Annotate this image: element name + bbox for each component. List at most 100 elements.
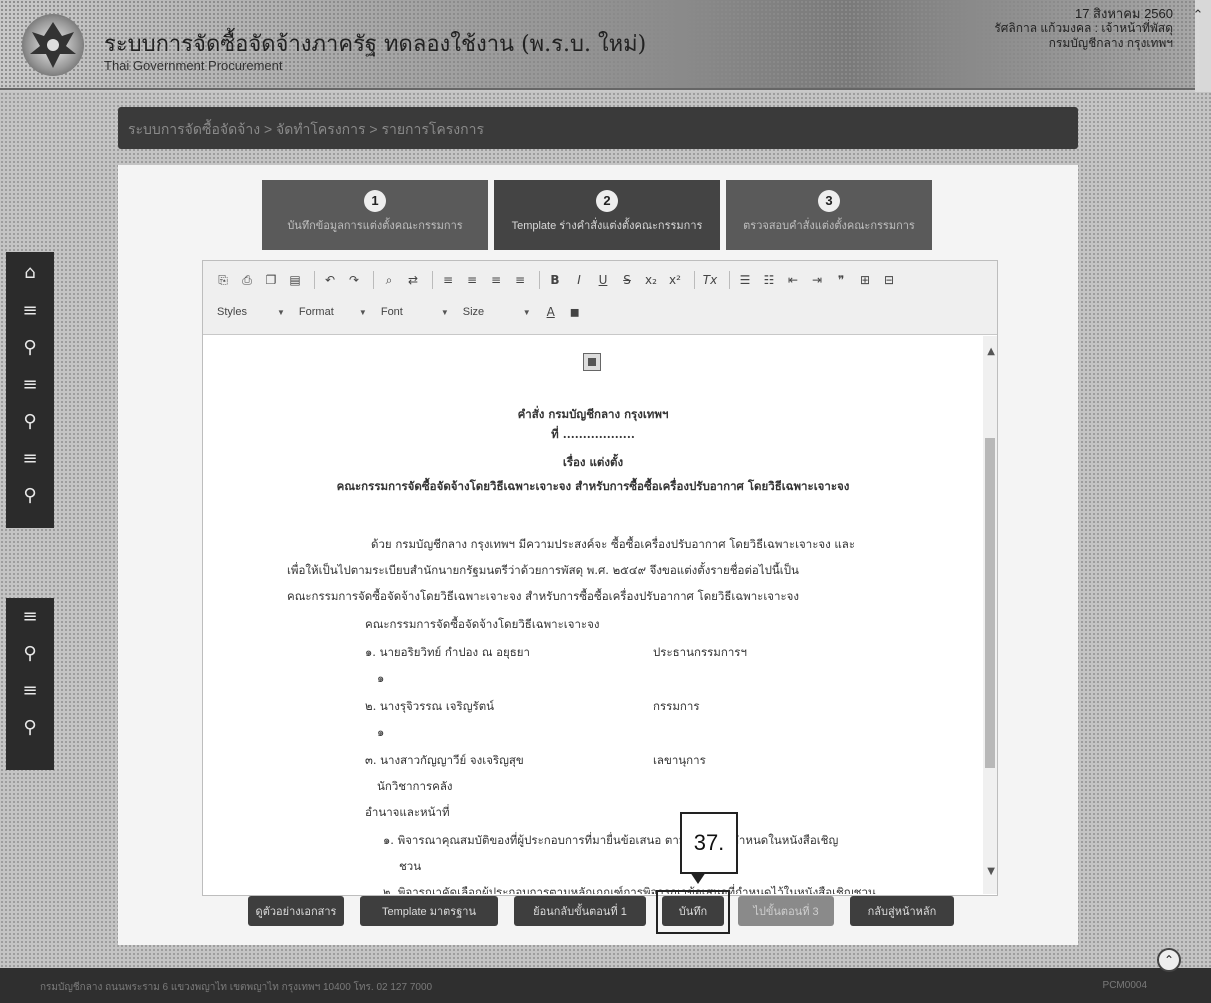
- menu-icon[interactable]: ≡: [6, 366, 54, 403]
- paste-icon[interactable]: ▤: [285, 270, 305, 290]
- home-icon[interactable]: ⌂: [6, 252, 54, 292]
- align-right-icon[interactable]: ≡: [486, 270, 506, 290]
- page-footer: กรมบัญชีกลาง ถนนพระราม 6 แขวงพญาไท เขตพญ…: [0, 968, 1211, 1003]
- strike-icon[interactable]: S: [617, 270, 637, 290]
- user-info: 17 สิงหาคม 2560 รัศลิกาล แก้วมงคล : เจ้า…: [994, 6, 1173, 51]
- numbered-list-icon[interactable]: ☰: [735, 270, 755, 290]
- current-date: 17 สิงหาคม 2560: [1074, 6, 1173, 21]
- scroll-to-top-icon[interactable]: ⌃: [1157, 948, 1181, 972]
- home-button[interactable]: กลับสู่หน้าหลัก: [850, 896, 954, 926]
- source-icon[interactable]: ⎘: [213, 270, 233, 290]
- app-header: ระบบการจัดซื้อจัดจ้างภาครัฐ ทดลองใช้งาน …: [0, 0, 1211, 90]
- print-icon[interactable]: ⎙: [237, 270, 257, 290]
- duty-item: ๑. พิจารณาคุณสมบัติของที่ผู้ประกอบการที่…: [383, 833, 839, 847]
- scroll-down-icon[interactable]: ▼: [987, 866, 995, 877]
- underline-icon[interactable]: U: [593, 270, 613, 290]
- scroll-up-icon[interactable]: ▲: [987, 346, 995, 357]
- search-icon[interactable]: ⚲: [6, 635, 54, 672]
- duty-item-cont: ชวน: [399, 859, 422, 873]
- menu-icon[interactable]: ≡: [6, 672, 54, 709]
- member-sub: นักวิชาการคลัง: [377, 779, 453, 793]
- chevron-down-icon: ▼: [277, 307, 285, 317]
- member-sub: ๑: [377, 725, 385, 739]
- doc-paragraph-line: เพื่อให้เป็นไปตามระเบียบสำนักนายกรัฐมนตร…: [287, 563, 799, 577]
- doc-paragraph-line: ด้วย กรมบัญชีกลาง กรุงเทพฯ มีความประสงค์…: [371, 537, 856, 551]
- styles-dropdown[interactable]: Styles ▼: [213, 304, 289, 320]
- bold-icon[interactable]: B: [545, 270, 565, 290]
- align-justify-icon[interactable]: ≡: [510, 270, 530, 290]
- subscript-icon[interactable]: x₂: [641, 270, 661, 290]
- undo-icon[interactable]: ↶: [320, 270, 340, 290]
- search-icon[interactable]: ⚲: [6, 329, 54, 366]
- superscript-icon[interactable]: x²: [665, 270, 685, 290]
- member-name: ๑. นายอริยวิทย์ กำปอง ณ อยุธยา: [365, 645, 531, 659]
- doc-title-line4: คณะกรรมการจัดซื้อจัดจ้างโดยวิธีเฉพาะเจาะ…: [336, 479, 850, 493]
- member-role: กรรมการ: [653, 699, 700, 713]
- blockquote-icon[interactable]: ❞: [831, 270, 851, 290]
- indent-icon[interactable]: ⇥: [807, 270, 827, 290]
- doc-title-line1: คำสั่ง กรมบัญชีกลาง กรุงเทพฯ: [517, 407, 669, 421]
- format-dropdown[interactable]: Format ▼: [295, 304, 371, 320]
- back-step1-button[interactable]: ย้อนกลับขั้นตอนที่ 1: [514, 896, 646, 926]
- search-icon[interactable]: ⚲: [6, 403, 54, 440]
- chevron-down-icon: ▼: [358, 307, 367, 317]
- remove-format-icon[interactable]: Tx: [700, 270, 720, 290]
- outdent-icon[interactable]: ⇤: [783, 270, 803, 290]
- duties-heading: อำนาจและหน้าที่: [365, 805, 450, 819]
- member-role: ประธานกรรมการฯ: [653, 645, 747, 659]
- next-step3-button[interactable]: ไปขั้นตอนที่ 3: [738, 896, 834, 926]
- chevron-down-icon: ▼: [522, 307, 531, 317]
- garuda-logo-icon: [22, 14, 84, 76]
- redo-icon[interactable]: ↷: [344, 270, 364, 290]
- member-name: ๓. นางสาวกัญญาวีย์ จงเจริญสุข: [365, 753, 524, 767]
- member-name: ๒. นางรุจิวรรณ เจริญรัตน์: [365, 699, 495, 713]
- menu-icon[interactable]: ≡: [6, 440, 54, 477]
- hr-icon[interactable]: ⊟: [879, 270, 899, 290]
- find-icon[interactable]: ⌕: [379, 270, 399, 290]
- breadcrumb-bar: ระบบการจัดซื้อจัดจ้าง > จัดทำโครงการ > ร…: [118, 107, 1078, 149]
- step-number: 1: [364, 190, 386, 212]
- editor-scroll-thumb[interactable]: [985, 438, 995, 768]
- copy-icon[interactable]: ❐: [261, 270, 281, 290]
- menu-icon[interactable]: ≡: [6, 598, 54, 635]
- search-icon[interactable]: ⚲: [6, 709, 54, 746]
- align-left-icon[interactable]: ≡: [438, 270, 458, 290]
- save-highlight-box: [656, 890, 730, 934]
- replace-icon[interactable]: ⇄: [403, 270, 423, 290]
- breadcrumb[interactable]: ระบบการจัดซื้อจัดจ้าง > จัดทำโครงการ > ร…: [128, 119, 484, 141]
- italic-icon[interactable]: I: [569, 270, 589, 290]
- bg-color-icon[interactable]: ◼: [565, 302, 585, 322]
- footer-address: กรมบัญชีกลาง ถนนพระราม 6 แขวงพญาไท เขตพญ…: [40, 982, 433, 993]
- side-nav-bottom: ≡ ⚲ ≡ ⚲: [6, 598, 54, 770]
- system-subtitle: Thai Government Procurement: [104, 58, 283, 73]
- step-2-tab[interactable]: 2 Template ร่างคำสั่งแต่งตั้งคณะกรรมการ: [494, 180, 720, 250]
- member-role: เลขานุการ: [653, 753, 706, 767]
- size-dropdown[interactable]: Size ▼: [459, 304, 535, 320]
- bulleted-list-icon[interactable]: ☷: [759, 270, 779, 290]
- footer-page-code: PCM0004: [1102, 980, 1147, 991]
- document-body[interactable]: คำสั่ง กรมบัญชีกลาง กรุงเทพฯ ที่ .......…: [203, 336, 983, 894]
- font-dropdown[interactable]: Font ▼: [377, 304, 453, 320]
- step-label: ตรวจสอบคำสั่งแต่งตั้งคณะกรรมการ: [743, 220, 915, 232]
- duty-item: ๒. พิจารณาคัดเลือกผู้ประกอบการตามหลักเกณ…: [383, 885, 876, 894]
- template-standard-button[interactable]: Template มาตรฐาน: [360, 896, 498, 926]
- side-nav-top: ⌂ ≡ ⚲ ≡ ⚲ ≡ ⚲: [6, 252, 54, 528]
- step-label: Template ร่างคำสั่งแต่งตั้งคณะกรรมการ: [511, 220, 703, 232]
- text-color-icon[interactable]: A: [541, 302, 561, 322]
- align-center-icon[interactable]: ≡: [462, 270, 482, 290]
- doc-paragraph-line: คณะกรรมการจัดซื้อจัดจ้างโดยวิธีเฉพาะเจาะ…: [287, 589, 800, 603]
- system-title: ระบบการจัดซื้อจัดจ้างภาครัฐ ทดลองใช้งาน …: [104, 32, 647, 57]
- table-icon[interactable]: ⊞: [855, 270, 875, 290]
- committee-heading: คณะกรรมการจัดซื้อจัดจ้างโดยวิธีเฉพาะเจาะ…: [365, 617, 600, 631]
- editor-scrollbar[interactable]: ▲ ▼: [983, 336, 997, 894]
- rich-text-editor[interactable]: ⎘ ⎙ ❐ ▤ ↶ ↷ ⌕ ⇄ ≡ ≡ ≡ ≡ B I U S x₂ x² Tx…: [202, 260, 998, 896]
- search-icon[interactable]: ⚲: [6, 477, 54, 514]
- step-3-tab[interactable]: 3 ตรวจสอบคำสั่งแต่งตั้งคณะกรรมการ: [726, 180, 932, 250]
- step-1-tab[interactable]: 1 บันทึกข้อมูลการแต่งตั้งคณะกรรมการ: [262, 180, 488, 250]
- step-number: 2: [596, 190, 618, 212]
- menu-icon[interactable]: ≡: [6, 292, 54, 329]
- step-label: บันทึกข้อมูลการแต่งตั้งคณะกรรมการ: [287, 220, 463, 232]
- preview-document-button[interactable]: ดูตัวอย่างเอกสาร: [248, 896, 344, 926]
- callout-tail: [690, 872, 706, 884]
- scroll-up-icon[interactable]: ⌃: [1191, 8, 1205, 28]
